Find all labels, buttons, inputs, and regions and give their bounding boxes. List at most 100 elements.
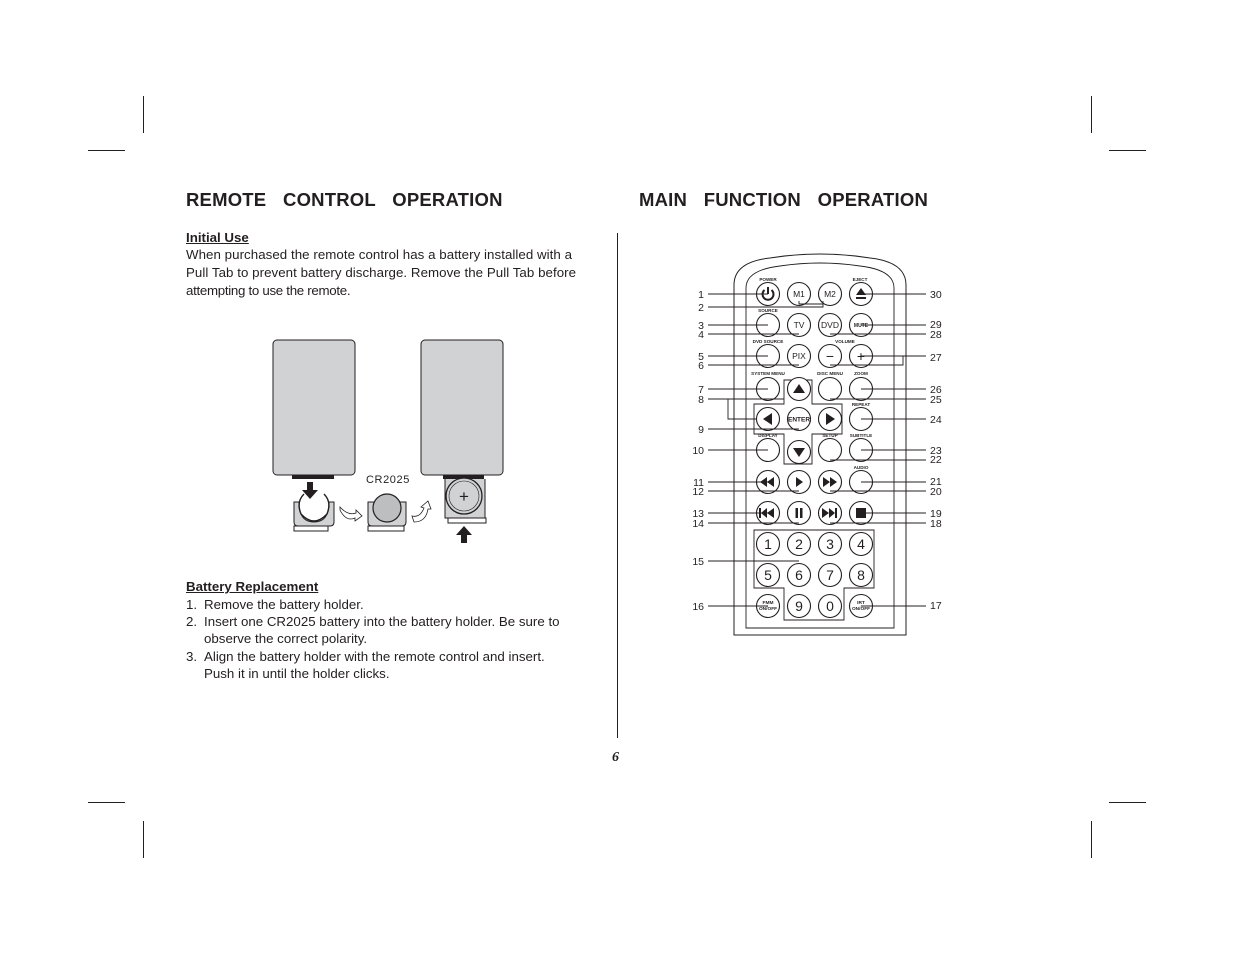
crop-mark [1091, 96, 1093, 133]
svg-text:DVD: DVD [821, 320, 839, 330]
svg-text:18: 18 [930, 518, 942, 530]
digit-button[interactable]: 0 [817, 593, 843, 619]
step-line: Insert one CR2025 battery into the batte… [204, 614, 560, 630]
svg-text:10: 10 [692, 445, 704, 457]
battery-holder-empty [293, 493, 335, 532]
svg-text:M1: M1 [793, 289, 805, 299]
digit-button[interactable]: 7 [817, 562, 843, 588]
svg-text:27: 27 [930, 352, 942, 364]
label-volume: VOLUME [835, 339, 855, 344]
paragraph-line: When purchased the remote control has a … [186, 247, 573, 262]
arrow-up-icon [456, 526, 472, 543]
svg-text:4: 4 [698, 329, 704, 341]
column-divider [617, 233, 619, 738]
svg-text:14: 14 [692, 518, 704, 530]
digit-button[interactable]: 5 [755, 562, 781, 588]
label-source: SOURCE [758, 308, 778, 313]
step-item: 2. Insert one CR2025 battery into the ba… [186, 613, 606, 647]
remote-control-diagram: .btn { fill:#fff; stroke:#231f20; stroke… [692, 253, 942, 636]
svg-text:ON/OFF: ON/OFF [852, 606, 870, 612]
svg-text:1: 1 [764, 536, 772, 552]
arrow-down-icon [302, 482, 318, 499]
svg-text:17: 17 [930, 600, 942, 612]
label-zoom: ZOOM [854, 371, 868, 376]
paragraph-line: attempting to use the remote. [186, 283, 351, 298]
svg-text:28: 28 [930, 329, 942, 341]
svg-text:30: 30 [930, 289, 942, 301]
svg-text:20: 20 [930, 486, 942, 498]
disc-menu-button[interactable] [817, 376, 843, 402]
svg-text:9: 9 [795, 598, 803, 614]
svg-text:6: 6 [795, 567, 803, 583]
battery-type-label: CR2025 [366, 474, 410, 486]
step-number: 3. [186, 648, 198, 664]
step-line: Push it in until the holder clicks. [204, 665, 390, 681]
step-item: 1. Remove the battery holder. [186, 596, 606, 613]
curved-arrow-icon [339, 505, 363, 522]
down-button[interactable] [786, 439, 812, 465]
step-line: Align the battery holder with the remote… [204, 648, 545, 664]
page-number: 6 [612, 750, 619, 765]
svg-text:8: 8 [698, 394, 704, 406]
section-title-remote-control: REMOTE CONTROL OPERATION [186, 189, 503, 210]
play-button[interactable] [786, 469, 812, 495]
enter-button[interactable]: ENTER [786, 406, 812, 432]
remote-back-left [272, 339, 356, 476]
battery-holder-loaded [367, 493, 407, 532]
m2-button[interactable]: M2 [817, 281, 843, 307]
battery-slot-left [292, 475, 334, 479]
svg-text:TV: TV [794, 320, 805, 330]
svg-text:5: 5 [764, 567, 772, 583]
plus-polarity-symbol: + [459, 487, 469, 506]
svg-text:16: 16 [692, 601, 704, 613]
svg-text:MUTE: MUTE [854, 323, 869, 329]
svg-text:25: 25 [930, 394, 942, 406]
svg-text:IRT: IRT [857, 600, 865, 606]
svg-text:4: 4 [857, 536, 865, 552]
battery-installation-figure: CR2025 + [272, 339, 504, 543]
next-button[interactable] [817, 500, 843, 526]
svg-text:−: − [826, 348, 834, 364]
tv-button[interactable]: TV [786, 312, 812, 338]
digit-button[interactable]: 6 [786, 562, 812, 588]
svg-text:2: 2 [795, 536, 803, 552]
digit-button[interactable]: 9 [786, 593, 812, 619]
svg-text:1: 1 [698, 289, 704, 301]
label-system-menu: SYSTEM MENU [751, 371, 785, 376]
pix-button[interactable]: PIX [786, 343, 812, 369]
svg-text:0: 0 [826, 598, 834, 614]
label-setup: SETUP [822, 433, 837, 438]
pause-button[interactable] [786, 500, 812, 526]
digit-button[interactable]: 1 [755, 531, 781, 557]
label-audio: AUDIO [854, 465, 869, 470]
callout-numbers-left: 1 2 3 4 5 6 7 8 9 10 11 12 13 14 15 16 [692, 289, 704, 613]
svg-text:7: 7 [826, 567, 834, 583]
step-line: Remove the battery holder. [204, 597, 364, 612]
fast-forward-button[interactable] [817, 469, 843, 495]
left-button[interactable] [755, 406, 781, 432]
svg-text:PIX: PIX [792, 351, 806, 361]
right-button[interactable] [817, 406, 843, 432]
label-repeat: REPEAT [852, 402, 870, 407]
setup-button[interactable] [817, 437, 843, 463]
svg-text:M2: M2 [824, 289, 836, 299]
digit-button[interactable]: 4 [848, 531, 874, 557]
digit-button[interactable]: 2 [786, 531, 812, 557]
remote-back-right [420, 339, 504, 476]
svg-text:FMM: FMM [763, 600, 774, 606]
step-line: observe the correct polarity. [204, 631, 368, 647]
volume-down-button[interactable]: − [817, 343, 843, 369]
label-power: POWER [759, 277, 777, 282]
label-dvd-source: DVD SOURCE [753, 339, 784, 344]
digit-button[interactable]: 8 [848, 562, 874, 588]
svg-text:ON/OFF: ON/OFF [759, 606, 777, 612]
crop-mark [1091, 821, 1093, 858]
digit-button[interactable]: 3 [817, 531, 843, 557]
up-button[interactable] [786, 376, 812, 402]
label-eject: EJECT [853, 277, 868, 282]
step-item: 3. Align the battery holder with the rem… [186, 648, 606, 682]
battery-replacement-steps: 1. Remove the battery holder. 2. Insert … [186, 596, 606, 682]
curved-arrow-icon [411, 500, 432, 523]
dvd-button[interactable]: DVD [817, 312, 843, 338]
label-display: DISPLAY [758, 433, 778, 438]
